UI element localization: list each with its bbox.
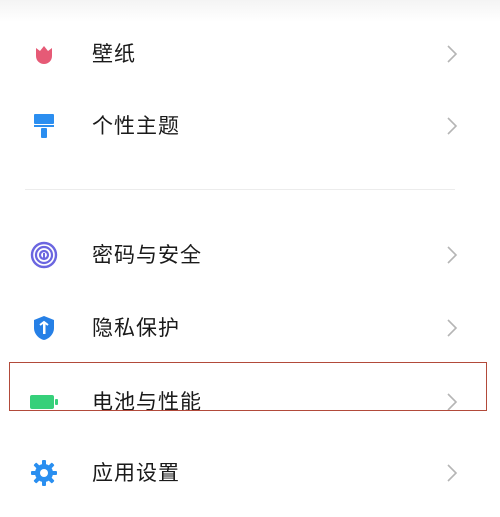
privacy-shield-icon xyxy=(29,313,59,343)
settings-item-label: 密码与安全 xyxy=(92,243,202,267)
settings-item-label: 壁纸 xyxy=(92,42,136,66)
top-edge xyxy=(0,0,500,22)
settings-item-label: 应用设置 xyxy=(92,461,180,485)
paint-brush-icon xyxy=(29,111,59,141)
fingerprint-icon xyxy=(29,240,59,270)
settings-item-label: 个性主题 xyxy=(92,114,180,138)
chevron-right-icon xyxy=(444,42,460,66)
settings-item-wallpaper[interactable]: 壁纸 xyxy=(0,24,500,84)
tulip-icon xyxy=(29,39,59,69)
chevron-right-icon xyxy=(444,461,460,485)
settings-item-themes[interactable]: 个性主题 xyxy=(0,96,500,156)
settings-item-privacy[interactable]: 隐私保护 xyxy=(0,298,500,358)
gear-icon xyxy=(29,458,59,488)
selection-highlight-box xyxy=(9,362,487,411)
chevron-right-icon xyxy=(444,243,460,267)
settings-item-label: 隐私保护 xyxy=(92,316,180,340)
chevron-right-icon xyxy=(444,316,460,340)
settings-item-app-settings[interactable]: 应用设置 xyxy=(0,443,500,503)
chevron-right-icon xyxy=(444,114,460,138)
section-divider xyxy=(25,189,455,190)
settings-item-password-security[interactable]: 密码与安全 xyxy=(0,225,500,285)
